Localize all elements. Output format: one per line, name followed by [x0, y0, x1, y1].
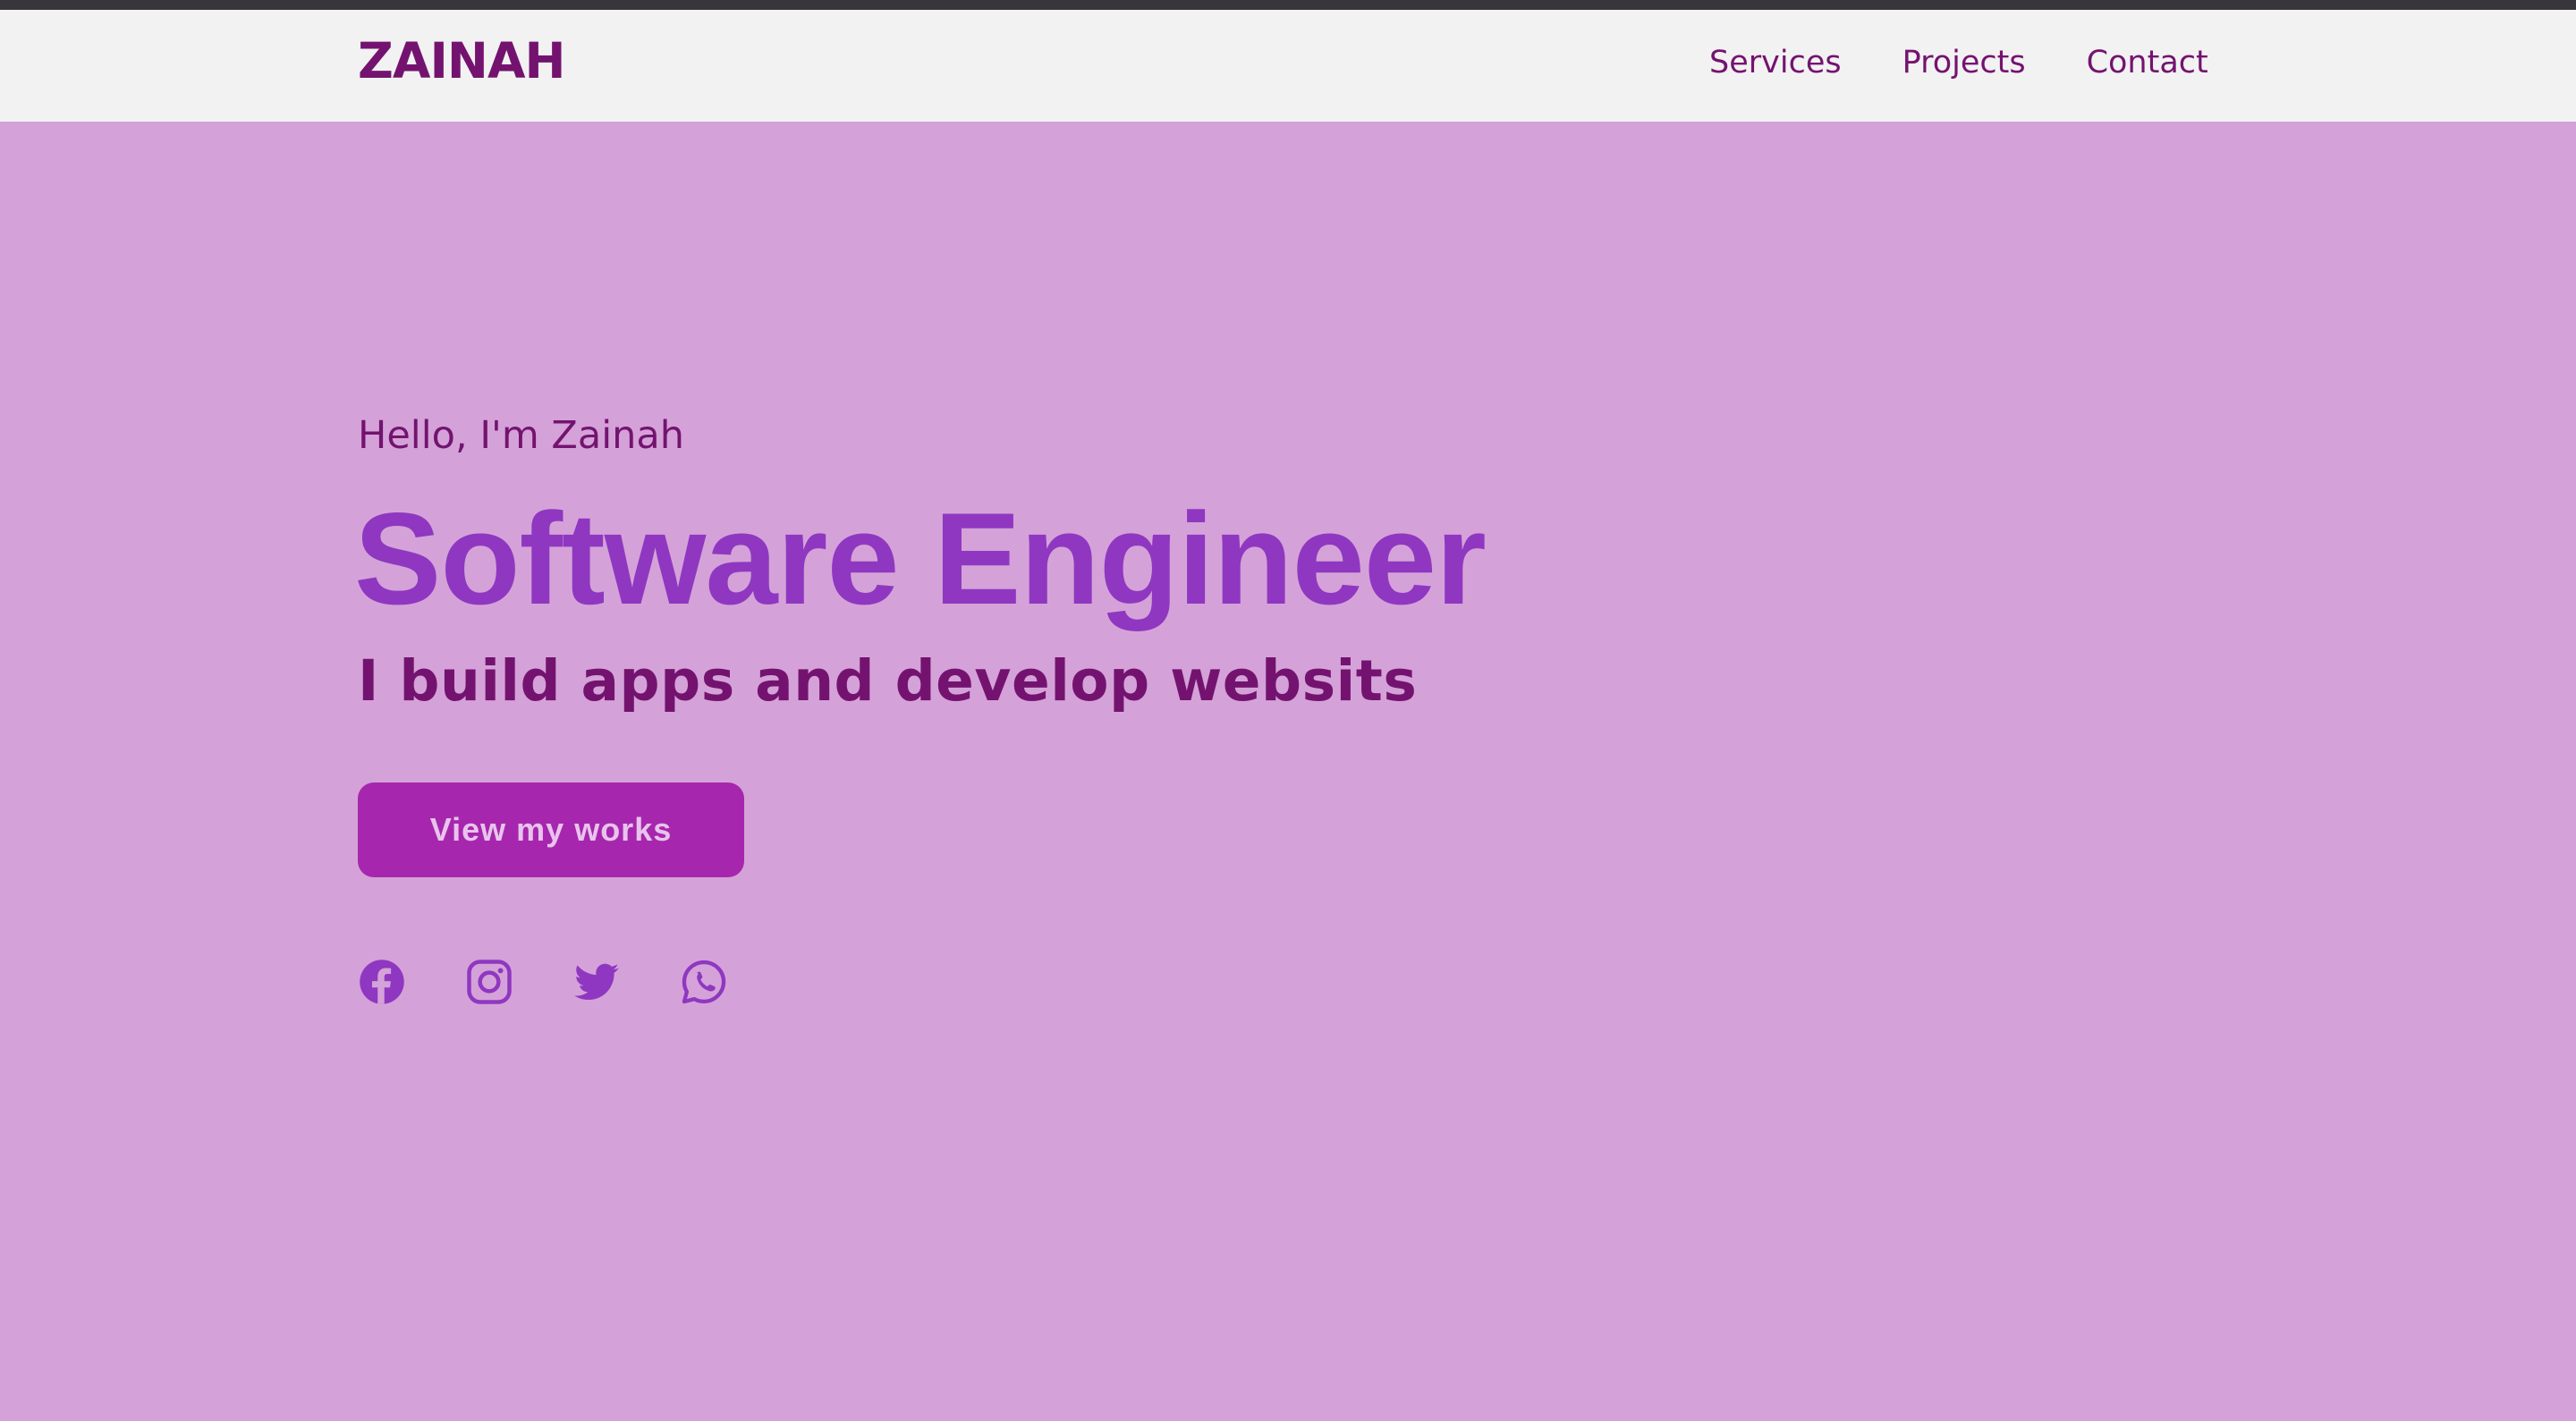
navbar: ZAINAH Services Projects Contact [0, 10, 2576, 122]
nav-link-contact[interactable]: Contact [2087, 47, 2208, 79]
facebook-icon[interactable] [358, 958, 406, 1006]
twitter-icon[interactable] [572, 958, 621, 1006]
social-links [358, 958, 728, 1006]
browser-top-edge [0, 0, 2576, 10]
instagram-icon[interactable] [465, 958, 513, 1006]
nav-link-projects[interactable]: Projects [1902, 47, 2026, 79]
hero-subtitle: I build apps and develop websits [358, 648, 1418, 714]
whatsapp-icon[interactable] [680, 958, 728, 1006]
hero-greeting: Hello, I'm Zainah [358, 413, 684, 458]
nav-links: Services Projects Contact [1709, 47, 2208, 79]
hero-title: Software Engineer [354, 486, 1487, 631]
view-works-button[interactable]: View my works [358, 782, 744, 877]
nav-link-services[interactable]: Services [1709, 47, 1842, 79]
logo[interactable]: ZAINAH [358, 37, 566, 86]
